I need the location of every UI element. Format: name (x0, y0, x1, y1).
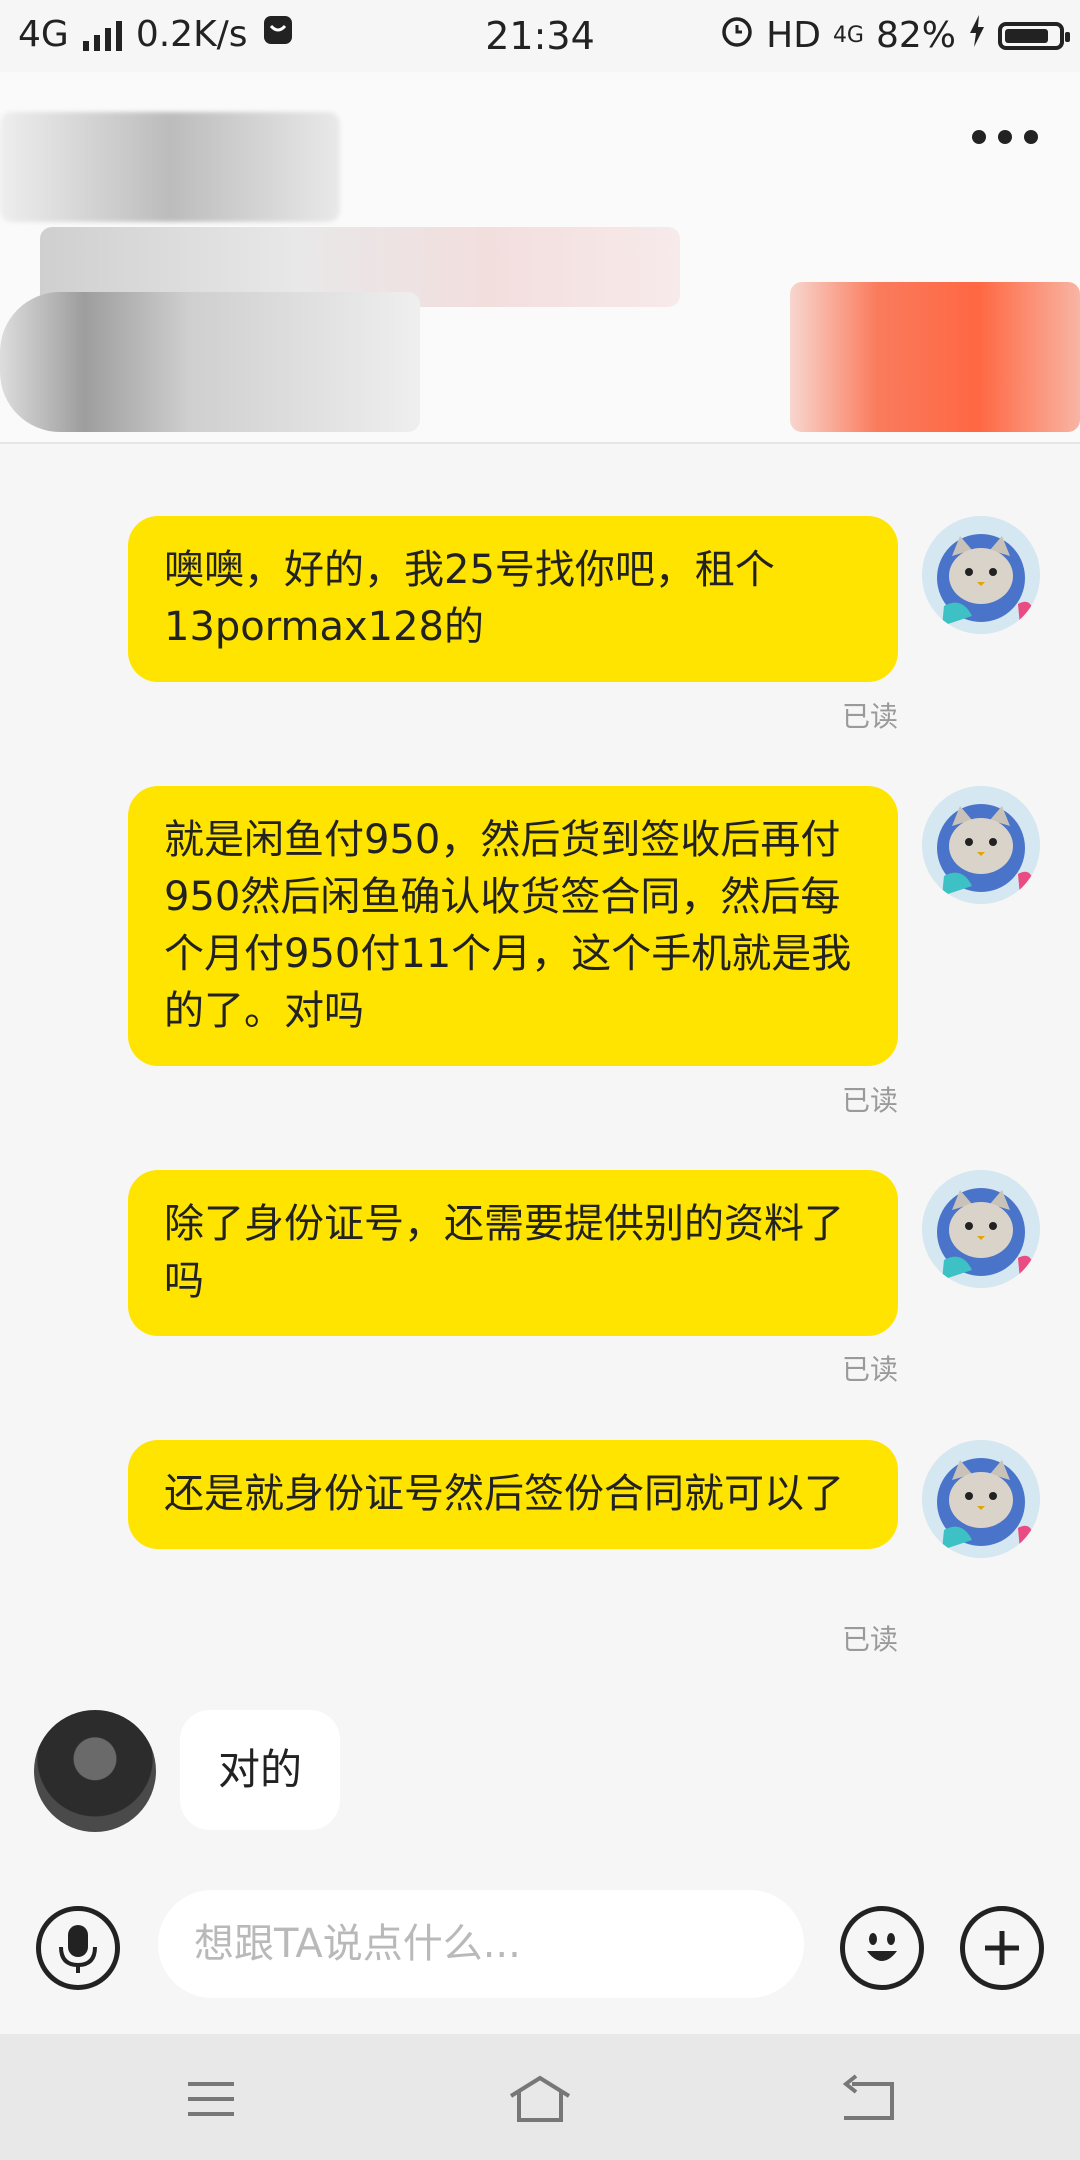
more-icon[interactable] (972, 122, 1038, 152)
input-bar: 想跟TA说点什么... (0, 1878, 1080, 2034)
read-status: 已读 (841, 1623, 898, 1656)
cat-avatar-icon (922, 786, 1040, 904)
status-bar: 4G 0.2K/s 21:34 HD 4G 82% (0, 0, 1080, 72)
cat-avatar-icon (922, 1440, 1040, 1558)
read-status: 已读 (841, 700, 898, 733)
blurred-contact-name (0, 112, 340, 222)
message-input[interactable]: 想跟TA说点什么... (158, 1890, 804, 1998)
contact-avatar[interactable] (34, 1710, 156, 1832)
self-avatar[interactable] (922, 516, 1040, 634)
blurred-action-button[interactable] (790, 282, 1080, 432)
charging-icon (968, 15, 986, 56)
cat-avatar-icon (922, 1170, 1040, 1288)
message-bubble-self[interactable]: 除了身份证号，还需要提供别的资料了吗 (128, 1170, 898, 1336)
cat-avatar-icon (922, 516, 1040, 634)
self-avatar[interactable] (922, 1440, 1040, 1558)
microphone-icon[interactable] (36, 1906, 120, 1990)
network-type-2: 4G (832, 22, 864, 48)
self-avatar[interactable] (922, 786, 1040, 904)
chat-header (0, 72, 1080, 444)
system-nav-bar (0, 2034, 1080, 2160)
home-icon[interactable] (505, 2074, 575, 2124)
read-status: 已读 (841, 1084, 898, 1117)
emoji-icon[interactable] (840, 1906, 924, 1990)
self-avatar[interactable] (922, 1170, 1040, 1288)
plus-icon[interactable] (960, 1906, 1044, 1990)
battery-icon (998, 21, 1070, 50)
battery-fill (1005, 28, 1048, 43)
battery-percent: 82% (875, 15, 956, 56)
read-status: 已读 (841, 1353, 898, 1386)
message-bubble-self[interactable]: 还是就身份证号然后签份合同就可以了 (128, 1440, 898, 1549)
alarm-icon (720, 14, 754, 57)
message-bubble-self[interactable]: 就是闲鱼付950，然后货到签收后再付950然后闲鱼确认收货签合同，然后每个月付9… (128, 786, 898, 1066)
blurred-item-image (0, 292, 420, 432)
status-right: HD 4G 82% (720, 14, 1070, 57)
menu-icon[interactable] (176, 2074, 246, 2124)
message-bubble-self[interactable]: 噢噢，好的，我25号找你吧，租个13pormax128的 (128, 516, 898, 682)
back-icon[interactable] (834, 2074, 904, 2124)
message-bubble-other[interactable]: 对的 (180, 1710, 341, 1830)
hd-label: HD (766, 15, 821, 56)
